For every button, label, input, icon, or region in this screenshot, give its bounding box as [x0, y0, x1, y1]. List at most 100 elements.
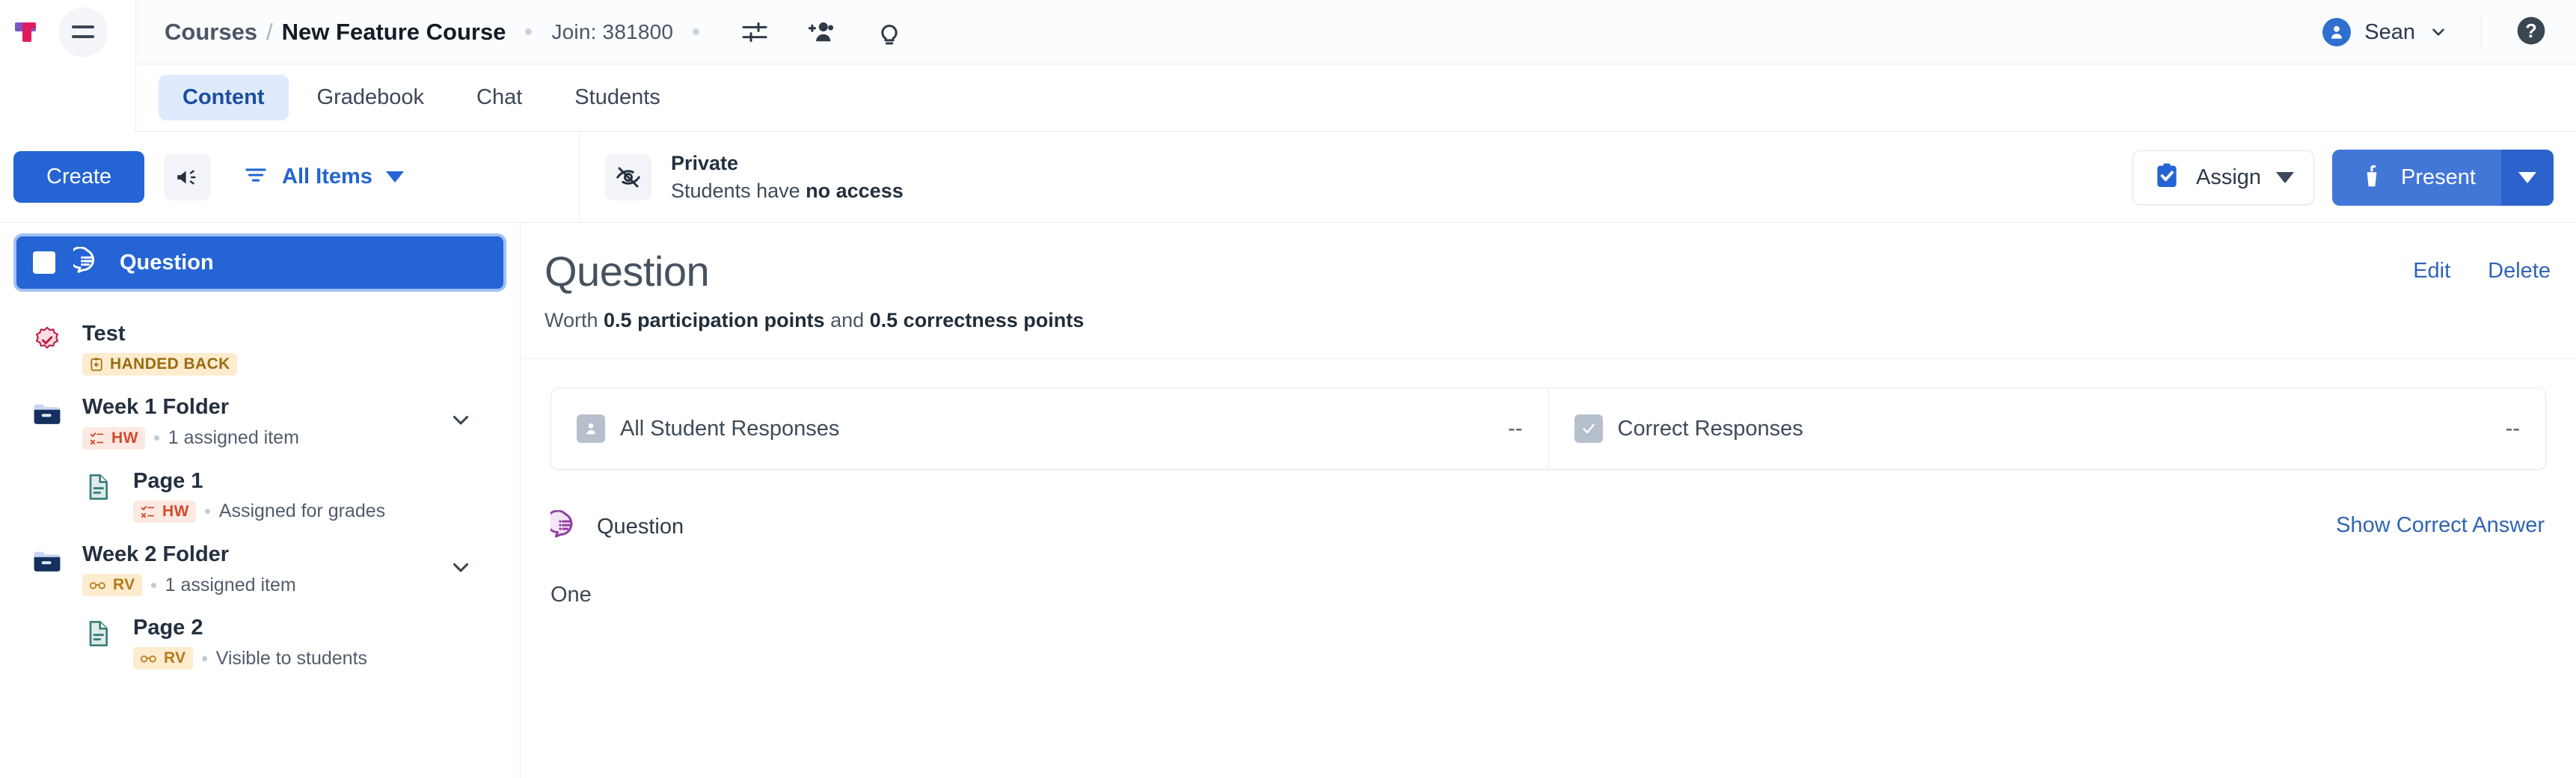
create-zone: Create All Items — [0, 151, 521, 203]
sidebar-item-title: Test — [82, 322, 126, 346]
hamburger-menu-icon[interactable] — [58, 7, 108, 57]
sidebar-item-title: Page 1 — [133, 468, 203, 493]
present-dropdown-button[interactable] — [2501, 149, 2554, 206]
handback-icon — [91, 358, 102, 371]
user-menu[interactable]: Sean — [2322, 18, 2481, 46]
privacy-status[interactable]: Private Students have no access — [579, 131, 904, 223]
folder-icon — [30, 541, 64, 578]
show-correct-answer-link[interactable]: Show Correct Answer — [2336, 513, 2545, 538]
action-toolbar: Create All Items Private Students have n… — [0, 131, 2576, 223]
meta-dot — [204, 509, 210, 515]
status-badge-text: RV — [164, 649, 186, 667]
status-badge-text: RV — [113, 576, 135, 593]
sidebar-item-meta: 1 assigned item — [168, 427, 299, 448]
breadcrumb-separator: / — [266, 18, 273, 45]
worth-prefix: Worth — [545, 309, 604, 331]
status-badge: HW — [133, 500, 196, 523]
badge-check-icon — [30, 320, 64, 356]
filter-label: All Items — [282, 165, 372, 189]
chevron-down-icon — [2432, 28, 2444, 36]
add-people-icon[interactable] — [806, 16, 838, 49]
eye-off-icon — [605, 153, 651, 200]
breadcrumb-courses-link[interactable]: Courses — [165, 19, 257, 46]
participation-points: 0.5 participation points — [604, 309, 825, 331]
question-header: Question Worth 0.5 participation points … — [521, 223, 2576, 359]
privacy-title: Private — [671, 152, 739, 175]
question-bubble-icon — [68, 245, 102, 279]
help-circle-icon: ? — [2517, 16, 2545, 44]
question-bubble-icon — [545, 509, 580, 544]
header-actions: Edit Delete — [2413, 259, 2551, 284]
sidebar-item-meta: 1 assigned item — [165, 574, 296, 595]
present-label: Present — [2401, 165, 2476, 189]
present-button-group: Present — [2332, 149, 2554, 206]
tab-gradebook[interactable]: Gradebook — [293, 75, 449, 120]
primary-actions: Assign Present — [2132, 132, 2554, 223]
tab-content[interactable]: Content — [159, 75, 289, 120]
sidebar-item-meta-row: RV 1 assigned item — [82, 574, 296, 596]
privacy-sub-strong: no access — [806, 179, 904, 202]
left-rail-top — [0, 0, 136, 64]
present-button[interactable]: Present — [2332, 149, 2501, 206]
stat-label: Correct Responses — [1617, 416, 1803, 441]
sidebar-item-title: Week 2 Folder — [82, 542, 230, 566]
sidebar-item-meta-row: HW 1 assigned item — [82, 426, 299, 450]
sidebar-item-page-2[interactable]: Page 2 RV Visible to students — [13, 605, 506, 679]
sidebar-item-week-1-folder[interactable]: Week 1 Folder HW 1 assigned item — [13, 385, 506, 458]
status-badge: RV — [133, 647, 193, 670]
stat-value: -- — [2505, 416, 2520, 441]
chevron-down-icon[interactable] — [448, 407, 473, 436]
page-icon — [81, 468, 115, 502]
sidebar-item-page-1[interactable]: Page 1 HW Assigned for grades — [13, 459, 506, 532]
item-checkbox[interactable] — [33, 251, 55, 274]
meta-dot — [150, 582, 156, 588]
chevron-down-icon[interactable] — [448, 554, 473, 584]
header-right-group: Sean ? — [2322, 0, 2576, 64]
app-logo — [10, 15, 45, 49]
sidebar-item-meta-row: RV Visible to students — [133, 647, 367, 670]
filter-control[interactable]: All Items — [243, 162, 404, 192]
tab-chat[interactable]: Chat — [453, 75, 546, 120]
svg-text:?: ? — [2525, 21, 2537, 42]
breadcrumb: Courses / New Feature Course Join: 38180… — [165, 19, 719, 46]
tab-students[interactable]: Students — [551, 75, 684, 120]
edit-button[interactable]: Edit — [2413, 259, 2450, 284]
glasses-icon — [140, 655, 156, 663]
status-badge-text: HW — [111, 429, 138, 447]
check-square-icon — [1574, 414, 1603, 443]
chevron-down-icon — [2518, 171, 2536, 183]
main-content: Question Worth 0.5 participation points … — [521, 223, 2576, 778]
sidebar-item-test[interactable]: Test HANDED BACK — [13, 311, 506, 385]
status-badge: HW — [82, 426, 145, 450]
chevron-down-icon — [385, 171, 404, 183]
sliders-icon[interactable] — [738, 16, 771, 49]
question-answer-text: One — [551, 583, 592, 607]
assign-button[interactable]: Assign — [2132, 150, 2315, 205]
question-block: Question Show Correct Answer One — [545, 509, 2546, 607]
sidebar-item-week-2-folder[interactable]: Week 2 Folder RV 1 assigned item — [13, 532, 506, 605]
chevron-down-icon — [2276, 171, 2295, 183]
checkx-icon — [141, 505, 155, 518]
help-button[interactable]: ? — [2482, 14, 2576, 51]
lightbulb-icon[interactable] — [873, 16, 906, 49]
privacy-subtitle: Students have no access — [671, 177, 904, 204]
worth-join: and — [824, 309, 870, 331]
status-badge-text: HANDED BACK — [110, 355, 230, 373]
user-name-label: Sean — [2364, 19, 2415, 44]
sidebar-item-question-selected[interactable]: Question — [13, 233, 506, 292]
stat-correct-responses[interactable]: Correct Responses -- — [1548, 388, 2546, 469]
megaphone-icon[interactable] — [164, 153, 211, 200]
header-dot — [693, 28, 700, 35]
sidebar-item-meta: Visible to students — [215, 647, 368, 669]
glasses-icon — [89, 582, 105, 589]
status-badge-text: HW — [162, 502, 189, 520]
stat-all-student-responses[interactable]: All Student Responses -- — [551, 388, 1548, 469]
page-icon — [81, 614, 115, 649]
delete-button[interactable]: Delete — [2488, 259, 2551, 284]
breadcrumb-dot — [525, 28, 533, 35]
correctness-points: 0.5 correctness points — [869, 309, 1085, 331]
content-sidebar: Question Test HANDED BACK Week 1 Folder … — [0, 223, 521, 778]
sidebar-item-meta-row: HANDED BACK — [82, 353, 237, 376]
create-button[interactable]: Create — [13, 151, 145, 203]
stat-value: -- — [1508, 416, 1523, 441]
